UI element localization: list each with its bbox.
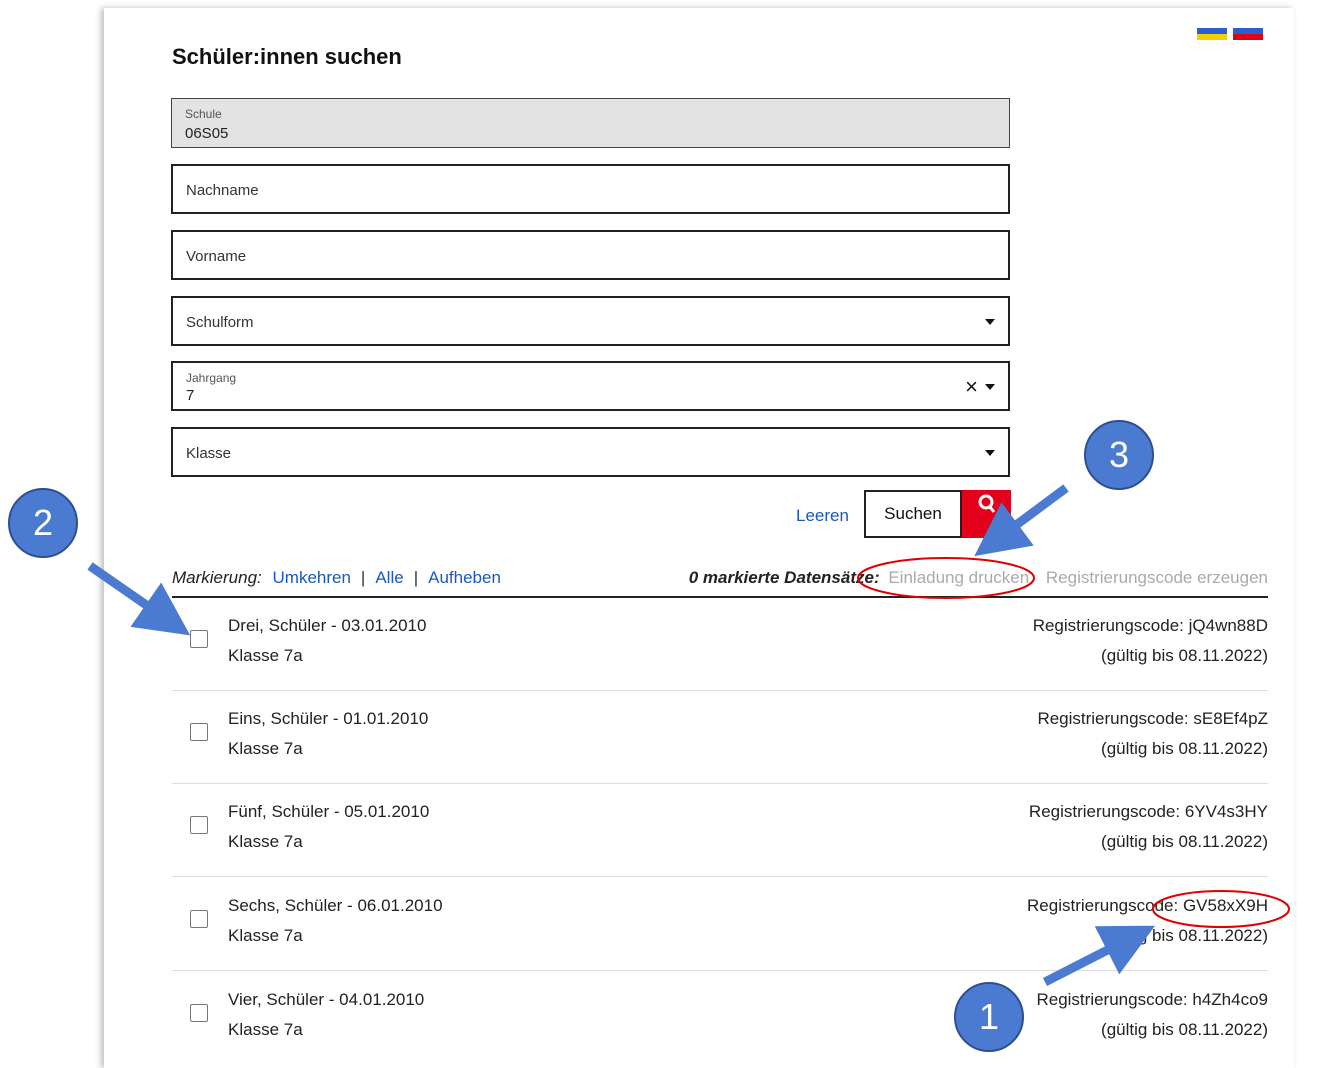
arrow-1 (1042, 925, 1156, 987)
annotation-overlay (87, 484, 1290, 987)
annotation-badge-1: 1 (954, 982, 1024, 1052)
annotation-badge-2: 2 (8, 488, 78, 558)
arrow-2 (87, 562, 191, 636)
highlight-ellipse-code (1152, 890, 1290, 928)
highlight-ellipse-einladung (857, 557, 1035, 599)
arrow-3 (974, 484, 1069, 557)
annotation-badge-3: 3 (1084, 420, 1154, 490)
